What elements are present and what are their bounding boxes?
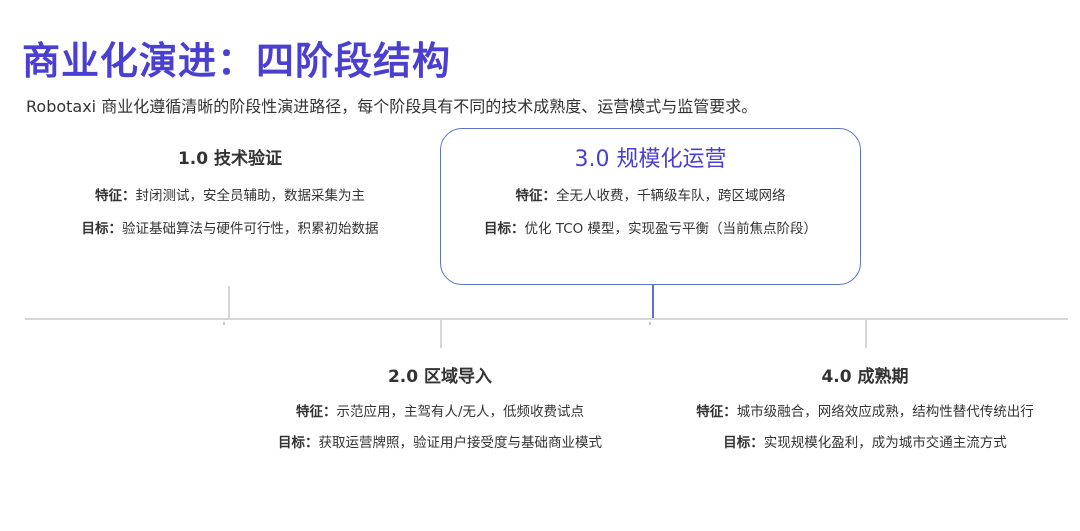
stage-card-1: 1.0 技术验证 特征：封闭测试，安全员辅助，数据采集为主 目标：验证基础算法与…	[40, 148, 420, 240]
goal-text: 验证基础算法与硬件可行性，积累初始数据	[122, 221, 379, 237]
goal-text: 获取运营牌照，验证用户接受度与基础商业模式	[318, 435, 603, 451]
stage-title: 4.0 成熟期	[821, 367, 909, 387]
stage-feature: 特征：城市级融合，网络效应成熟，结构性替代传统出行	[672, 401, 1058, 423]
feature-label: 特征：	[295, 404, 337, 420]
feature-text: 示范应用，主驾有人/无人，低频收费试点	[336, 404, 585, 420]
stage-goal: 目标：优化 TCO 模型，实现盈亏平衡（当前焦点阶段）	[441, 218, 860, 240]
feature-label: 特征：	[515, 188, 557, 204]
feature-label: 特征：	[696, 404, 737, 420]
stage-goal: 目标：验证基础算法与硬件可行性，积累初始数据	[40, 218, 420, 240]
goal-label: 目标：	[483, 221, 525, 237]
stage-card-2: 2.0 区域导入 特征：示范应用，主驾有人/无人，低频收费试点 目标：获取运营牌…	[250, 366, 630, 454]
goal-text: 实现规模化盈利，成为城市交通主流方式	[763, 435, 1007, 451]
goal-label: 目标：	[723, 435, 764, 451]
goal-text: 优化 TCO 模型，实现盈亏平衡（当前焦点阶段）	[524, 221, 818, 237]
feature-text: 城市级融合，网络效应成熟，结构性替代传统出行	[736, 404, 1034, 420]
timeline-connector-2	[440, 320, 442, 348]
stage-title: 3.0 规模化运营	[574, 147, 727, 172]
page-title: 商业化演进：四阶段结构	[22, 39, 452, 83]
stage-title: 2.0 区域导入	[387, 367, 493, 387]
stage-title: 1.0 技术验证	[177, 149, 283, 169]
timeline-connector-1	[228, 286, 230, 318]
timeline-connector-4	[865, 320, 867, 348]
page-subtitle: Robotaxi 商业化遵循清晰的阶段性演进路径，每个阶段具有不同的技术成熟度、…	[26, 97, 758, 116]
feature-label: 特征：	[95, 188, 136, 204]
stage-feature: 特征：封闭测试，安全员辅助，数据采集为主	[40, 185, 420, 207]
feature-text: 全无人收费，千辆级车队，跨区域网络	[556, 188, 786, 204]
stage-card-3: 3.0 规模化运营 特征：全无人收费，千辆级车队，跨区域网络 目标：优化 TCO…	[440, 128, 861, 285]
timeline-tick	[223, 322, 225, 325]
timeline-connector-3	[652, 285, 654, 318]
stage-feature: 特征：全无人收费，千辆级车队，跨区域网络	[441, 185, 860, 207]
feature-text: 封闭测试，安全员辅助，数据采集为主	[135, 188, 366, 204]
timeline-tick	[649, 322, 651, 325]
stage-card-4: 4.0 成熟期 特征：城市级融合，网络效应成熟，结构性替代传统出行 目标：实现规…	[672, 366, 1058, 454]
stage-feature: 特征：示范应用，主驾有人/无人，低频收费试点	[250, 401, 630, 423]
stage-goal: 目标：获取运营牌照，验证用户接受度与基础商业模式	[250, 432, 630, 454]
goal-label: 目标：	[81, 221, 123, 237]
stage-goal: 目标：实现规模化盈利，成为城市交通主流方式	[672, 432, 1058, 454]
timeline-axis	[25, 318, 1068, 320]
goal-label: 目标：	[278, 435, 319, 451]
